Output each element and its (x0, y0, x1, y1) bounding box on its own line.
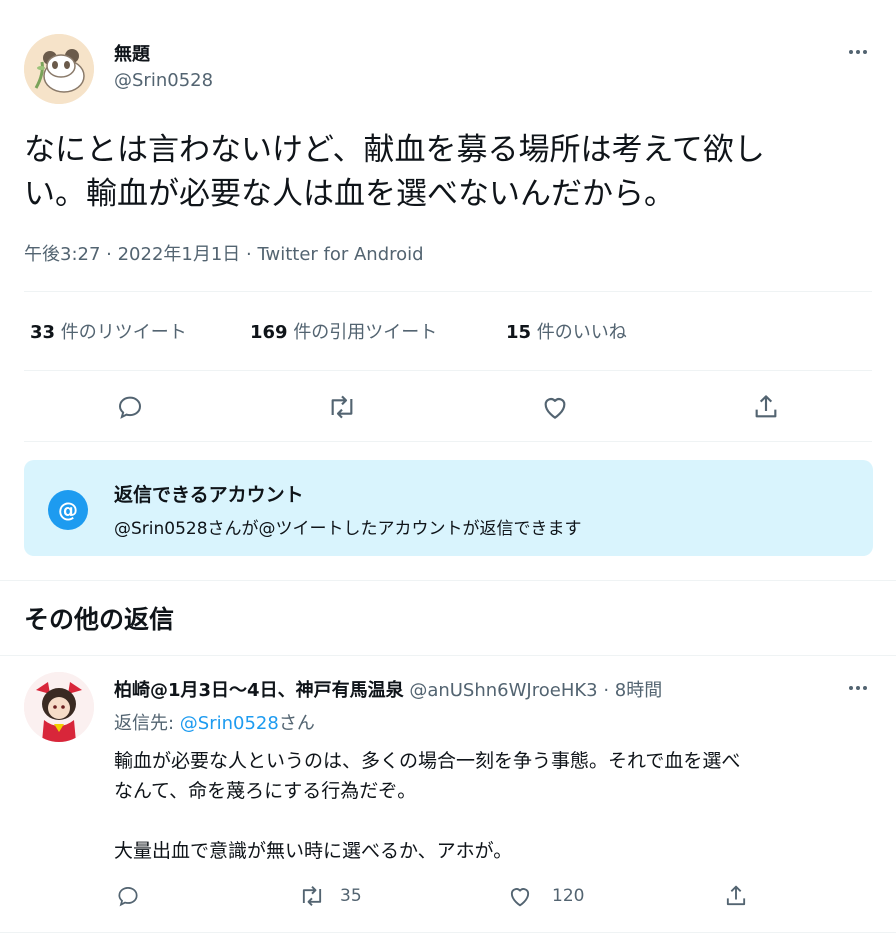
reply-like-count: 120 (552, 886, 585, 906)
reply-time[interactable]: · 8時間 (603, 680, 662, 701)
like-icon (510, 888, 530, 907)
divider (24, 370, 872, 371)
bottom-divider (0, 932, 896, 933)
quotes-stat[interactable]: 169 件の引用ツイート (250, 318, 437, 344)
mention-icon: @ (48, 490, 88, 530)
author-display-name[interactable]: 無題 (114, 40, 150, 66)
more-replies-heading: その他の返信 (24, 605, 175, 634)
reply-text: 輸血が必要な人というのは、多くの場合一刻を争う事態。それで血を選べ なんて、命を… (114, 746, 740, 866)
replying-to-suffix: さん (278, 713, 315, 734)
like-button[interactable] (533, 388, 577, 426)
quotes-count: 169 (250, 322, 288, 343)
reply-restriction-title: 返信できるアカウント (114, 484, 304, 506)
share-icon (755, 395, 777, 418)
share-button[interactable] (744, 388, 788, 426)
reply-author-handle[interactable]: @anUShn6WJroeHK3 (409, 680, 597, 701)
reply-share-button[interactable] (720, 880, 752, 912)
tweet-text-line-2: い。輸血が必要な人は血を選べないんだから。 (24, 176, 675, 212)
retweets-count: 33 (30, 322, 56, 343)
retweets-label: 件のリツイート (60, 322, 187, 343)
section-divider (0, 580, 896, 581)
mention-glyph: @ (58, 498, 78, 522)
retweet-icon (331, 395, 353, 419)
reply-author-avatar[interactable] (24, 672, 94, 742)
reply-retweet-count: 35 (340, 886, 362, 906)
reply-reply-button[interactable] (112, 880, 144, 912)
likes-count: 15 (506, 322, 532, 343)
more-icon (849, 50, 867, 54)
reply-restriction-card: @ 返信できるアカウント @Srin0528さんが@ツイートしたアカウントが返信… (24, 460, 873, 556)
divider (24, 441, 872, 442)
divider (24, 291, 872, 292)
reply-button[interactable] (108, 388, 152, 426)
reply-retweet-button[interactable]: 35 (298, 880, 362, 912)
section-divider (0, 655, 896, 656)
quotes-label: 件の引用ツイート (293, 322, 438, 343)
author-avatar[interactable] (24, 34, 94, 104)
likes-stat[interactable]: 15 件のいいね (506, 318, 627, 344)
retweet-icon (302, 886, 322, 906)
replying-to-prefix: 返信先: (114, 713, 180, 734)
reply-like-button[interactable]: 120 (506, 880, 584, 912)
tweet-timestamp[interactable]: 午後3:27 · 2022年1月1日 · Twitter for Android (24, 240, 424, 266)
retweets-stat[interactable]: 33 件のリツイート (30, 318, 187, 344)
retweet-button[interactable] (320, 388, 364, 426)
replying-to: 返信先: @Srin0528さん (114, 709, 315, 735)
replying-to-handle[interactable]: @Srin0528 (180, 713, 279, 734)
more-options-button[interactable] (840, 40, 876, 64)
author-handle[interactable]: @Srin0528 (114, 70, 213, 91)
reply-restriction-description: @Srin0528さんが@ツイートしたアカウントが返信できます (114, 519, 582, 539)
character-avatar-image (24, 672, 94, 742)
reply-text-line-3: 大量出血で意識が無い時に選べるか、アホが。 (114, 840, 513, 862)
tweet-text-line-1: なにとは言わないけど、献血を募る場所は考えて欲し (24, 132, 765, 168)
reply-more-options-button[interactable] (840, 676, 876, 700)
tweet-text: なにとは言わないけど、献血を募る場所は考えて欲し い。輸血が必要な人は血を選べな… (24, 128, 765, 216)
reply-header: 柏崎@1月3日〜4日、神戸有馬温泉 @anUShn6WJroeHK3 · 8時間 (114, 676, 662, 702)
like-icon (544, 398, 566, 419)
more-icon (849, 686, 867, 690)
likes-label: 件のいいね (536, 322, 627, 343)
panda-avatar-image (24, 34, 94, 104)
reply-icon (118, 887, 138, 907)
reply-icon (118, 396, 142, 419)
reply-text-line-1: 輸血が必要な人というのは、多くの場合一刻を争う事態。それで血を選べ (114, 750, 741, 772)
reply-text-line-2: なんて、命を蔑ろにする行為だぞ。 (114, 780, 417, 802)
share-icon (726, 885, 746, 906)
reply-author-display-name[interactable]: 柏崎@1月3日〜4日、神戸有馬温泉 (114, 680, 404, 701)
